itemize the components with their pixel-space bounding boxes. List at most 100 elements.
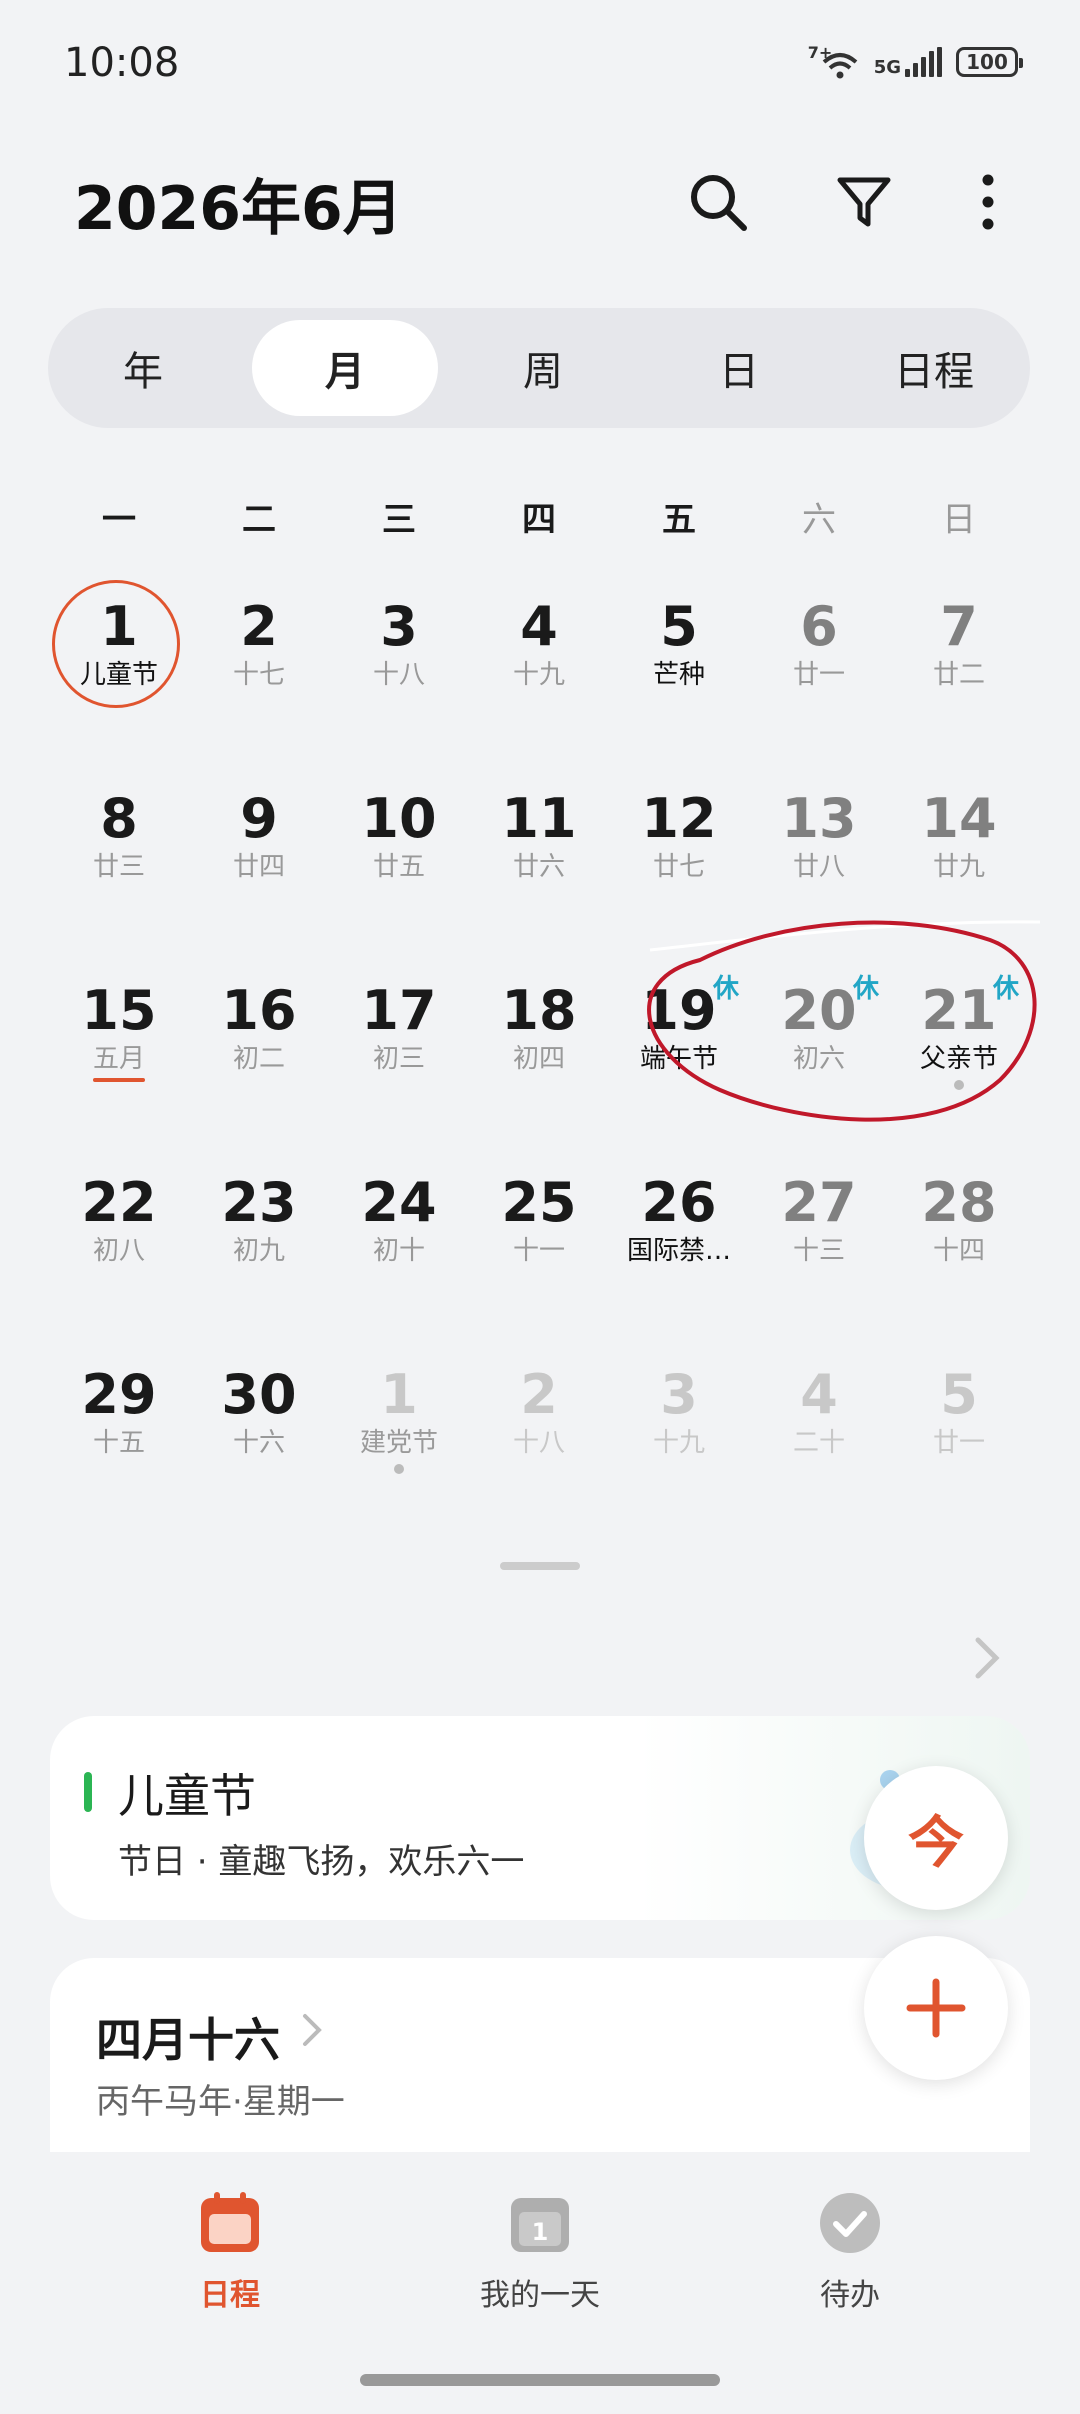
calendar-day-cell[interactable]: 4 二十 [749, 1364, 889, 1514]
my-day-badge: 1 [532, 2218, 549, 2246]
day-number: 11 [501, 787, 577, 850]
day-number: 4 [520, 595, 558, 658]
calendar-day-cell[interactable]: 5 廿一 [889, 1364, 1029, 1514]
day-number: 28 [921, 1171, 997, 1234]
calendar-day-cell[interactable]: 25 十一 [469, 1172, 609, 1322]
day-number: 6 [800, 595, 838, 658]
calendar-day-cell[interactable]: 24 初十 [329, 1172, 469, 1322]
day-number: 26 [641, 1171, 717, 1234]
calendar-day-cell[interactable]: 1 建党节 [329, 1364, 469, 1514]
day-number: 5 [940, 1363, 978, 1426]
more-icon[interactable] [948, 162, 1028, 242]
lunar-label: 廿八 [792, 852, 845, 882]
nav-schedule-label: 日程 [200, 2278, 260, 2313]
day-number: 1 [380, 1363, 418, 1426]
day-number: 12 [641, 787, 717, 850]
day-number: 7 [940, 595, 978, 658]
status-icons: 7+ 5G 100 [808, 44, 1023, 80]
calendar-day-cell[interactable]: 22 初八 [49, 1172, 189, 1322]
tab-day[interactable]: 日 [654, 320, 824, 416]
event-color-bar [84, 1772, 92, 1812]
view-tabs: 年 月 周 日 日程 [48, 308, 1030, 428]
status-time: 10:08 [64, 40, 180, 86]
wifi-icon: 7+ [808, 44, 860, 80]
calendar-day-cell[interactable]: 3 十八 [329, 596, 469, 746]
month-title[interactable]: 2026年6月 [74, 160, 403, 247]
day-number: 10 [361, 787, 437, 850]
day-number: 3 [380, 595, 418, 658]
tab-month[interactable]: 月 [252, 320, 438, 416]
calendar-day-cell[interactable]: 29 十五 [49, 1364, 189, 1514]
calendar-day-cell[interactable]: 7 廿二 [889, 596, 1029, 746]
battery-icon: 100 [956, 47, 1023, 77]
search-icon[interactable] [678, 162, 758, 242]
calendar-day-cell[interactable]: 2 十七 [189, 596, 329, 746]
day-number: 25 [501, 1171, 577, 1234]
calendar-day-cell[interactable]: 3 十九 [609, 1364, 749, 1514]
weekday-thu: 四 [522, 500, 556, 540]
my-day-icon: 1 [511, 2198, 569, 2252]
calendar-day-cell[interactable]: 1 儿童节 [49, 596, 189, 746]
event-desc: 节日 · 童趣飞扬，欢乐六一 [118, 1842, 525, 1882]
calendar-day-cell[interactable]: 30 十六 [189, 1364, 329, 1514]
drawer-handle[interactable] [500, 1562, 580, 1570]
today-button[interactable]: 今 [864, 1766, 1008, 1910]
day-number: 22 [81, 1171, 157, 1234]
lunar-label: 十一 [512, 1236, 565, 1266]
nav-todo[interactable]: 待办 [750, 2190, 950, 2314]
day-number: 24 [361, 1171, 437, 1234]
chevron-right-icon[interactable] [300, 2012, 324, 2052]
tab-year[interactable]: 年 [58, 320, 228, 416]
tab-week[interactable]: 周 [458, 320, 628, 416]
weekday-sun: 日 [942, 500, 976, 540]
lunar-label: 廿三 [92, 852, 145, 882]
weekday-wed: 三 [382, 500, 416, 540]
lunar-label: 廿七 [652, 852, 705, 882]
filter-icon[interactable] [824, 162, 904, 242]
calendar-icon [201, 2192, 259, 2252]
cellular-signal-icon: 5G [874, 47, 942, 77]
event-title: 儿童节 [118, 1769, 256, 1823]
nav-my-day[interactable]: 1 我的一天 [440, 2190, 640, 2314]
calendar-day-cell[interactable]: 2 十八 [469, 1364, 609, 1514]
lunar-label: 儿童节 [79, 660, 158, 690]
lunar-label: 十九 [652, 1428, 705, 1458]
calendar-day-cell[interactable]: 4 十九 [469, 596, 609, 746]
calendar-day-cell[interactable]: 5 芒种 [609, 596, 749, 746]
day-number: 14 [921, 787, 997, 850]
lunar-label: 十九 [512, 660, 565, 690]
day-number: 2 [240, 595, 278, 658]
lunar-label: 十四 [932, 1236, 985, 1266]
calendar-day-cell[interactable]: 23 初九 [189, 1172, 329, 1322]
hand-drawn-annotation [647, 920, 1041, 1122]
lunar-label: 十八 [372, 660, 425, 690]
calendar-day-cell[interactable]: 28 十四 [889, 1172, 1029, 1322]
today-label: 今 [908, 1810, 964, 1876]
weekday-fri: 五 [662, 500, 696, 540]
lunar-label: 芒种 [652, 660, 705, 690]
lunar-label: 建党节 [359, 1428, 438, 1458]
day-number: 4 [800, 1363, 838, 1426]
calendar-day-cell[interactable]: 26 国际禁… [609, 1172, 749, 1322]
lunar-label: 国际禁… [626, 1236, 731, 1266]
tab-schedule[interactable]: 日程 [844, 320, 1024, 416]
lunar-desc: 丙午马年·星期一 [96, 2082, 345, 2122]
calendar-day-cell[interactable]: 6 廿一 [749, 596, 889, 746]
home-indicator[interactable] [360, 2374, 720, 2386]
lunar-label: 十五 [92, 1428, 145, 1458]
nav-schedule[interactable]: 日程 [130, 2190, 330, 2314]
weekday-sat: 六 [802, 500, 836, 540]
calendar-day-cell[interactable]: 27 十三 [749, 1172, 889, 1322]
lunar-label: 廿五 [372, 852, 425, 882]
lunar-label: 廿九 [932, 852, 985, 882]
lunar-label: 初九 [232, 1236, 285, 1266]
day-number: 2 [520, 1363, 558, 1426]
lunar-label: 二十 [792, 1428, 845, 1458]
lunar-label: 十八 [512, 1428, 565, 1458]
day-number: 3 [660, 1363, 698, 1426]
add-event-button[interactable] [864, 1936, 1008, 2080]
lunar-label: 十七 [232, 660, 285, 690]
day-number: 27 [781, 1171, 857, 1234]
day-number: 29 [81, 1363, 157, 1426]
chevron-right-icon[interactable] [972, 1636, 1002, 1684]
